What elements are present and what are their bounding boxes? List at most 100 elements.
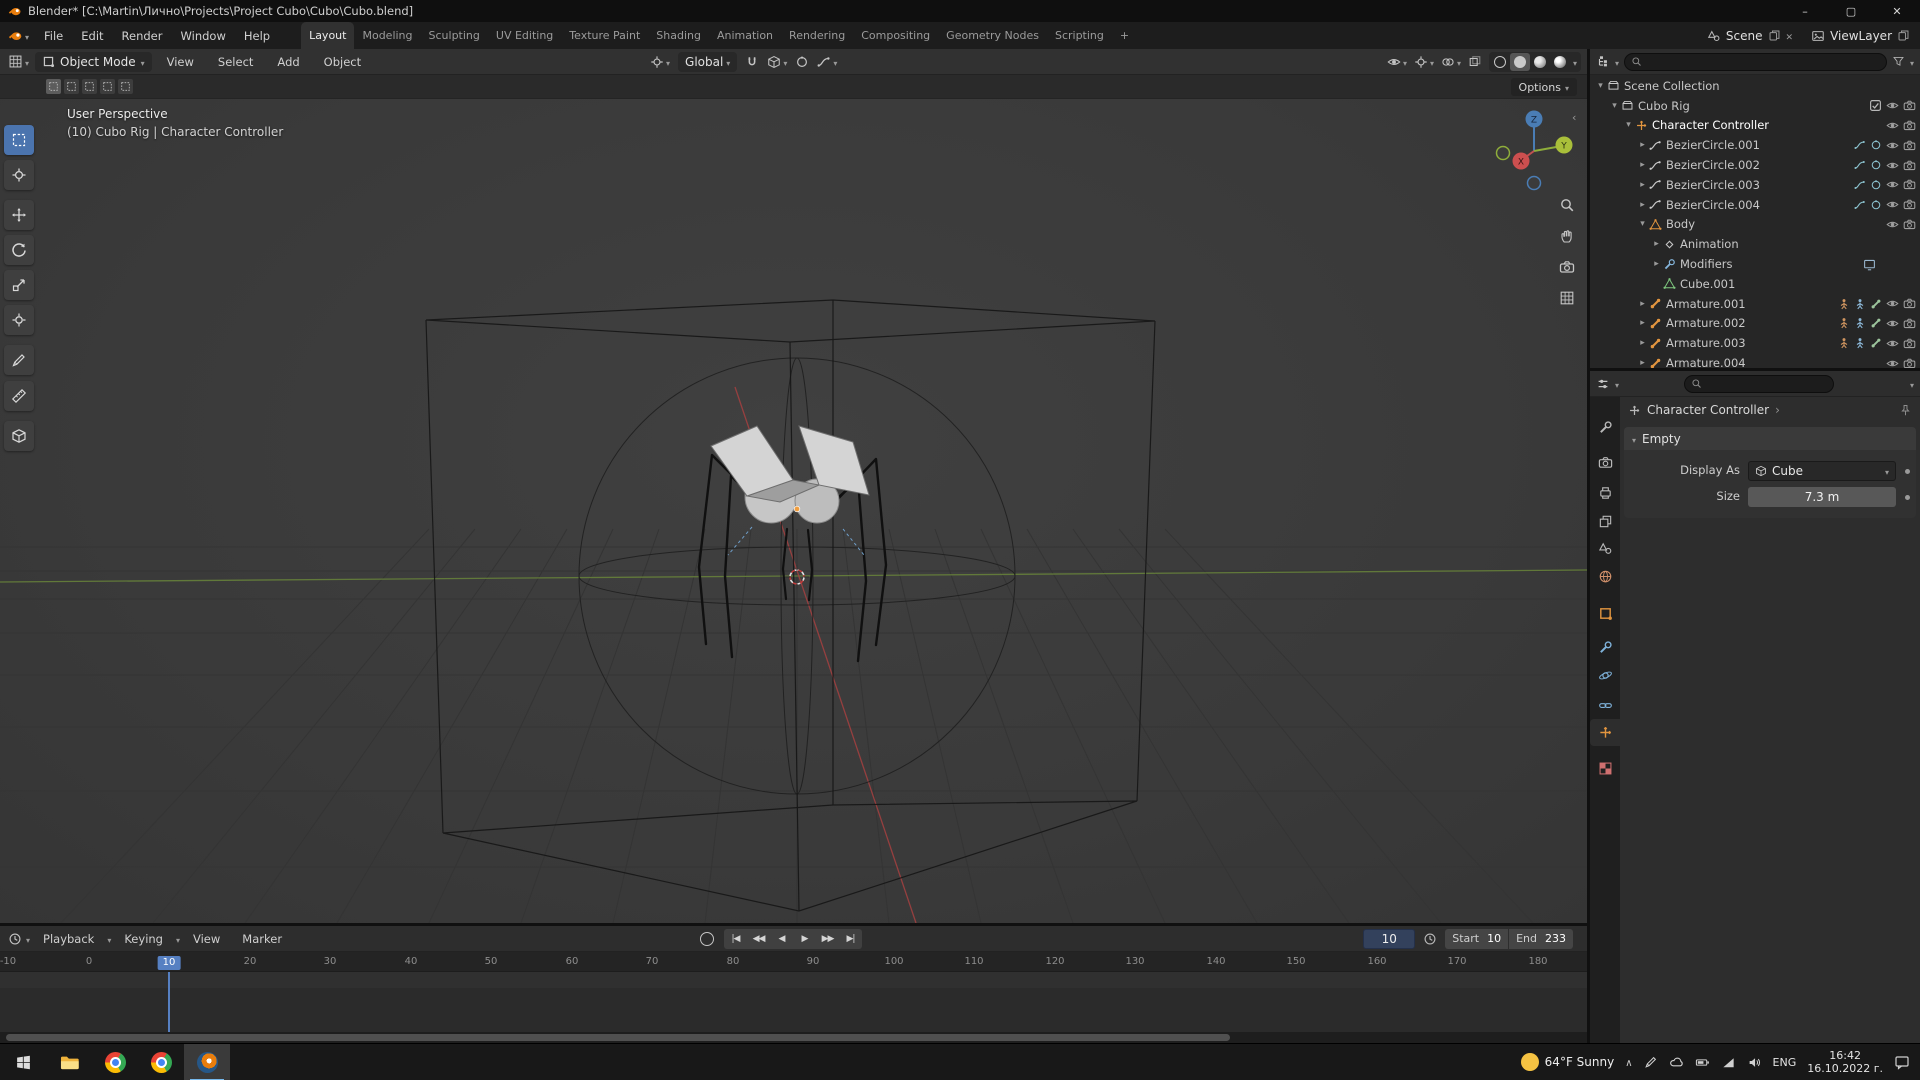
select-mode-invert-button[interactable] xyxy=(100,79,115,94)
speaker-icon[interactable] xyxy=(1747,1055,1762,1070)
outliner-row[interactable]: Armature.004 xyxy=(1590,353,1920,368)
shading-solid-button[interactable] xyxy=(1509,52,1530,71)
preview-range-clock-icon[interactable] xyxy=(1423,932,1437,946)
outliner-row[interactable]: Armature.003 xyxy=(1590,333,1920,353)
zoom-view-button[interactable] xyxy=(1556,194,1578,216)
shading-wireframe-button[interactable] xyxy=(1490,53,1510,71)
camera-icon[interactable] xyxy=(1903,119,1916,132)
camera-icon[interactable] xyxy=(1903,297,1916,310)
animate-property-dot[interactable] xyxy=(1905,469,1910,474)
select-box-tool[interactable] xyxy=(4,125,34,155)
eye-icon[interactable] xyxy=(1886,357,1899,368)
ortho-toggle-button[interactable] xyxy=(1556,287,1578,309)
disclosure-icon[interactable] xyxy=(1636,338,1649,348)
outliner-editor-icon[interactable] xyxy=(1596,55,1610,69)
tab-output-properties[interactable] xyxy=(1590,479,1620,506)
disclosure-icon[interactable] xyxy=(1636,219,1649,229)
menu-add[interactable]: Add xyxy=(268,49,308,74)
disclosure-icon[interactable] xyxy=(1636,299,1649,309)
outliner-row[interactable]: BezierCircle.004 xyxy=(1590,195,1920,215)
tab-texture-properties[interactable] xyxy=(1590,755,1620,782)
tab-object-properties[interactable] xyxy=(1590,600,1620,627)
gizmo-axis-neg-z[interactable] xyxy=(1526,175,1542,191)
disclosure-icon[interactable] xyxy=(1636,358,1649,368)
current-frame-field[interactable]: 10 xyxy=(1363,928,1416,949)
display-as-dropdown[interactable]: Cube xyxy=(1748,461,1896,481)
camera-icon[interactable] xyxy=(1903,357,1916,368)
transform-tool[interactable] xyxy=(4,305,34,335)
pin-icon[interactable] xyxy=(1899,404,1912,417)
start-button[interactable] xyxy=(0,1044,46,1080)
mode-selector[interactable]: Object Mode xyxy=(35,51,152,72)
workspace-tab-rendering[interactable]: Rendering xyxy=(781,22,853,49)
rotate-tool[interactable] xyxy=(4,235,34,265)
tab-object-data-properties[interactable] xyxy=(1590,719,1620,746)
exclude-checkbox-icon[interactable] xyxy=(1869,99,1882,112)
menu-view[interactable]: View xyxy=(158,49,203,74)
playhead-line[interactable] xyxy=(168,972,170,1032)
camera-icon[interactable] xyxy=(1903,218,1916,231)
select-mode-new-button[interactable] xyxy=(46,79,61,94)
shading-rendered-button[interactable] xyxy=(1550,53,1570,71)
viewport-canvas[interactable]: Z Y X xyxy=(0,99,1587,923)
new-viewlayer-icon[interactable] xyxy=(1897,29,1910,42)
menu-marker[interactable]: Marker xyxy=(233,926,291,951)
maximize-button[interactable] xyxy=(1828,0,1874,22)
editor-type-button[interactable] xyxy=(8,54,29,69)
eye-icon[interactable] xyxy=(1886,119,1899,132)
menu-window[interactable]: Window xyxy=(172,22,235,49)
outliner-row[interactable]: Character Controller xyxy=(1590,116,1920,136)
show-overlays-button[interactable] xyxy=(1441,55,1461,69)
tab-scene-properties[interactable] xyxy=(1590,535,1620,562)
select-mode-subtract-button[interactable] xyxy=(82,79,97,94)
menu-keying[interactable]: Keying xyxy=(115,926,172,951)
menu-select[interactable]: Select xyxy=(209,49,262,74)
navigation-gizmo[interactable]: Z Y X xyxy=(1495,110,1573,191)
disclosure-icon[interactable] xyxy=(1608,101,1621,111)
breadcrumb-object-name[interactable]: Character Controller xyxy=(1647,403,1769,417)
eye-icon[interactable] xyxy=(1886,297,1899,310)
size-field[interactable]: 7.3 m xyxy=(1748,487,1896,507)
proportional-edit-icon[interactable] xyxy=(795,55,809,69)
workspace-tab-texture-paint[interactable]: Texture Paint xyxy=(561,22,648,49)
outliner-row[interactable]: Armature.001 xyxy=(1590,294,1920,314)
disclosure-icon[interactable] xyxy=(1622,120,1635,130)
outliner-row[interactable]: Body xyxy=(1590,215,1920,235)
show-gizmo-button[interactable] xyxy=(1414,55,1434,69)
previous-keyframe-button[interactable] xyxy=(747,934,770,944)
workspace-tab-shading[interactable]: Shading xyxy=(648,22,709,49)
xray-toggle-icon[interactable] xyxy=(1468,55,1482,69)
cursor-tool[interactable] xyxy=(4,160,34,190)
scrollbar-thumb[interactable] xyxy=(6,1034,1230,1041)
chrome-button[interactable] xyxy=(92,1044,138,1080)
tab-modifier-properties[interactable] xyxy=(1590,634,1620,661)
eye-icon[interactable] xyxy=(1886,178,1899,191)
pivot-point-button[interactable] xyxy=(650,55,670,69)
camera-icon[interactable] xyxy=(1903,139,1916,152)
spider-character[interactable] xyxy=(697,425,888,663)
timeline-editor-icon[interactable] xyxy=(8,932,22,946)
workspace-tab-layout[interactable]: Layout xyxy=(301,22,355,49)
eye-icon[interactable] xyxy=(1886,159,1899,172)
menu-object[interactable]: Object xyxy=(315,49,370,74)
tab-viewlayer-properties[interactable] xyxy=(1590,508,1620,535)
start-frame-field[interactable]: Start 10 xyxy=(1445,928,1509,949)
language-indicator[interactable]: ENG xyxy=(1773,1056,1797,1069)
pen-icon[interactable] xyxy=(1644,1055,1658,1069)
blender-menu-button[interactable] xyxy=(0,28,35,43)
disclosure-icon[interactable] xyxy=(1636,180,1649,190)
object-visibility-button[interactable] xyxy=(1387,55,1407,69)
menu-view[interactable]: View xyxy=(184,926,229,951)
outliner-row[interactable]: Scene Collection xyxy=(1590,76,1920,96)
disclosure-icon[interactable] xyxy=(1650,259,1663,269)
camera-icon[interactable] xyxy=(1903,317,1916,330)
workspace-tab-modeling[interactable]: Modeling xyxy=(354,22,420,49)
tab-tool-properties[interactable] xyxy=(1590,414,1620,441)
annotate-tool[interactable] xyxy=(4,345,34,375)
options-button[interactable]: Options xyxy=(1510,78,1577,96)
sidebar-toggle-arrow[interactable]: ‹ xyxy=(1572,111,1576,124)
outliner-row[interactable]: Cubo Rig xyxy=(1590,96,1920,116)
outliner-search-input[interactable] xyxy=(1624,52,1887,71)
end-frame-field[interactable]: End 233 xyxy=(1509,928,1573,949)
workspace-tab-geometry-nodes[interactable]: Geometry Nodes xyxy=(938,22,1047,49)
